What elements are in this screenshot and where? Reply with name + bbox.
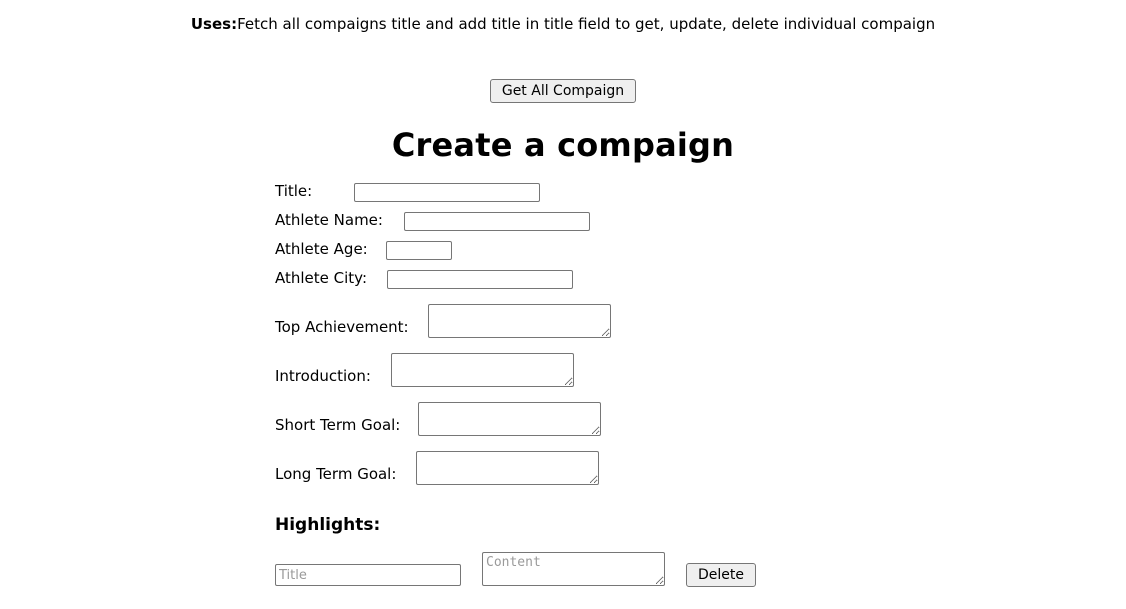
highlights-section-title: Highlights: (275, 515, 381, 535)
short-term-goal-textarea[interactable] (418, 402, 602, 436)
label-short-term-goal: Short Term Goal: (275, 416, 401, 434)
get-all-compaign-button[interactable]: Get All Compaign (489, 79, 637, 103)
athlete-name-input[interactable] (403, 212, 590, 231)
highlight-title-input[interactable] (275, 564, 461, 586)
top-achievement-textarea[interactable] (427, 304, 611, 338)
field-row-athlete-name: Athlete Name: (275, 211, 895, 231)
field-row-long-term-goal: Long Term Goal: (275, 451, 895, 485)
delete-highlight-button[interactable]: Delete (686, 563, 756, 587)
field-row-top-achievement: Top Achievement: (275, 304, 895, 338)
label-title: Title: (275, 182, 313, 200)
introduction-textarea[interactable] (390, 353, 574, 387)
field-row-athlete-age: Athlete Age: (275, 240, 895, 260)
toolbar: Get All Compaign (0, 79, 1126, 103)
long-term-goal-textarea[interactable] (416, 451, 600, 485)
field-row-introduction: Introduction: (275, 353, 895, 387)
athlete-city-input[interactable] (387, 270, 574, 289)
label-athlete-city: Athlete City: (275, 269, 368, 287)
title-input[interactable] (354, 183, 541, 202)
page-title: Create a compaign (391, 126, 735, 164)
label-long-term-goal: Long Term Goal: (275, 465, 397, 483)
field-row-short-term-goal: Short Term Goal: (275, 402, 895, 436)
highlight-row: Delete (275, 552, 875, 587)
uses-text: Fetch all compaigns title and add title … (237, 15, 936, 33)
field-row-title: Title: (275, 182, 895, 202)
field-row-athlete-city: Athlete City: (275, 269, 895, 289)
create-compaign-form: Title: Athlete Name: Athlete Age: Athlet… (275, 182, 895, 500)
uses-description: Uses:Fetch all compaigns title and add t… (0, 14, 1126, 34)
athlete-age-input[interactable] (385, 241, 452, 260)
uses-label: Uses: (190, 15, 238, 33)
label-introduction: Introduction: (275, 367, 371, 385)
highlight-content-textarea[interactable] (482, 552, 665, 586)
label-athlete-name: Athlete Name: (275, 211, 383, 229)
label-athlete-age: Athlete Age: (275, 240, 368, 258)
label-top-achievement: Top Achievement: (275, 318, 409, 336)
